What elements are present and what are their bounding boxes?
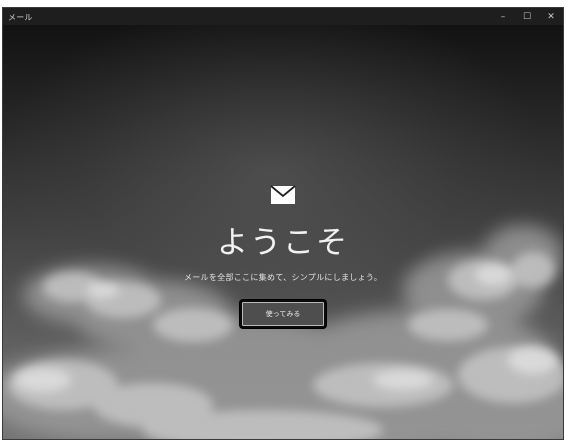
minimize-button[interactable]: –	[491, 8, 515, 25]
mail-app-window: メール – ☐ ✕ ようこそ メールを全部ここに集めて、シンプルにしましょう。 …	[3, 8, 563, 439]
maximize-button[interactable]: ☐	[515, 8, 539, 25]
welcome-panel: ようこそ メールを全部ここに集めて、シンプルにしましょう。 使ってみる	[3, 185, 563, 328]
welcome-subtitle: メールを全部ここに集めて、シンプルにしましょう。	[183, 273, 383, 282]
title-bar: メール – ☐ ✕	[3, 8, 563, 25]
welcome-screen: ようこそ メールを全部ここに集めて、シンプルにしましょう。 使ってみる	[3, 25, 563, 439]
close-button[interactable]: ✕	[539, 8, 563, 25]
window-title: メール	[8, 13, 33, 22]
get-started-button[interactable]: 使ってみる	[240, 300, 326, 328]
mail-envelope-icon	[270, 185, 296, 204]
window-controls: – ☐ ✕	[491, 8, 563, 25]
welcome-heading: ようこそ	[217, 225, 349, 261]
